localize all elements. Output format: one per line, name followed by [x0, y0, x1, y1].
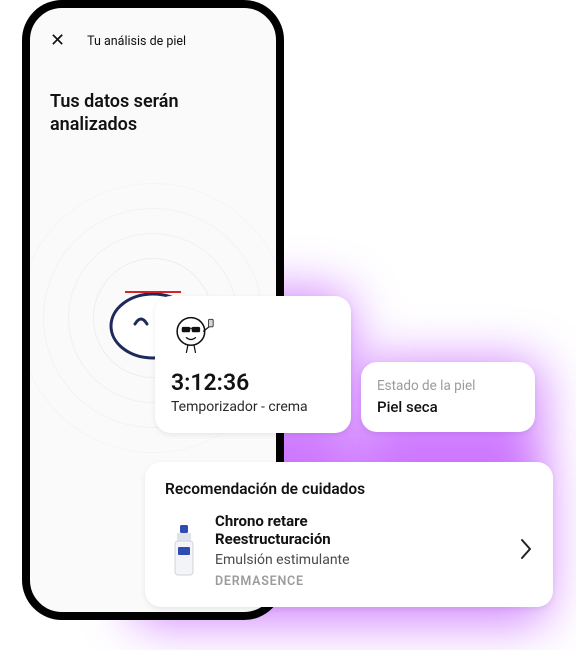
timer-card[interactable]: 3:12:36 Temporizador - crema [155, 296, 351, 433]
recommendation-row[interactable]: Chrono retare Reestructuración Emulsión … [165, 512, 533, 589]
close-icon[interactable]: ✕ [50, 32, 65, 50]
headline: Tus datos serán analizados [50, 90, 256, 137]
chevron-right-icon[interactable] [519, 538, 533, 564]
product-brand: DERMASENCE [215, 574, 507, 589]
phone-header: ✕ Tu análisis de piel [50, 32, 256, 50]
product-thumbnail [165, 521, 203, 581]
timer-label: Temporizador - crema [171, 399, 335, 417]
recommendation-card[interactable]: Recomendación de cuidados Chrono retare … [145, 462, 553, 607]
recommendation-title: Recomendación de cuidados [165, 480, 533, 498]
product-name: Chrono retare Reestructuración [215, 512, 507, 548]
skin-state-card[interactable]: Estado de la piel Piel seca [361, 362, 535, 432]
skin-state-caption: Estado de la piel [377, 378, 519, 394]
product-subtitle: Emulsión estimulante [215, 552, 507, 568]
screen-title: Tu análisis de piel [87, 34, 186, 49]
sunglasses-character-icon [171, 310, 217, 356]
bottle-icon [171, 525, 197, 577]
timer-value: 3:12:36 [171, 370, 335, 395]
skin-state-value: Piel seca [377, 398, 519, 416]
